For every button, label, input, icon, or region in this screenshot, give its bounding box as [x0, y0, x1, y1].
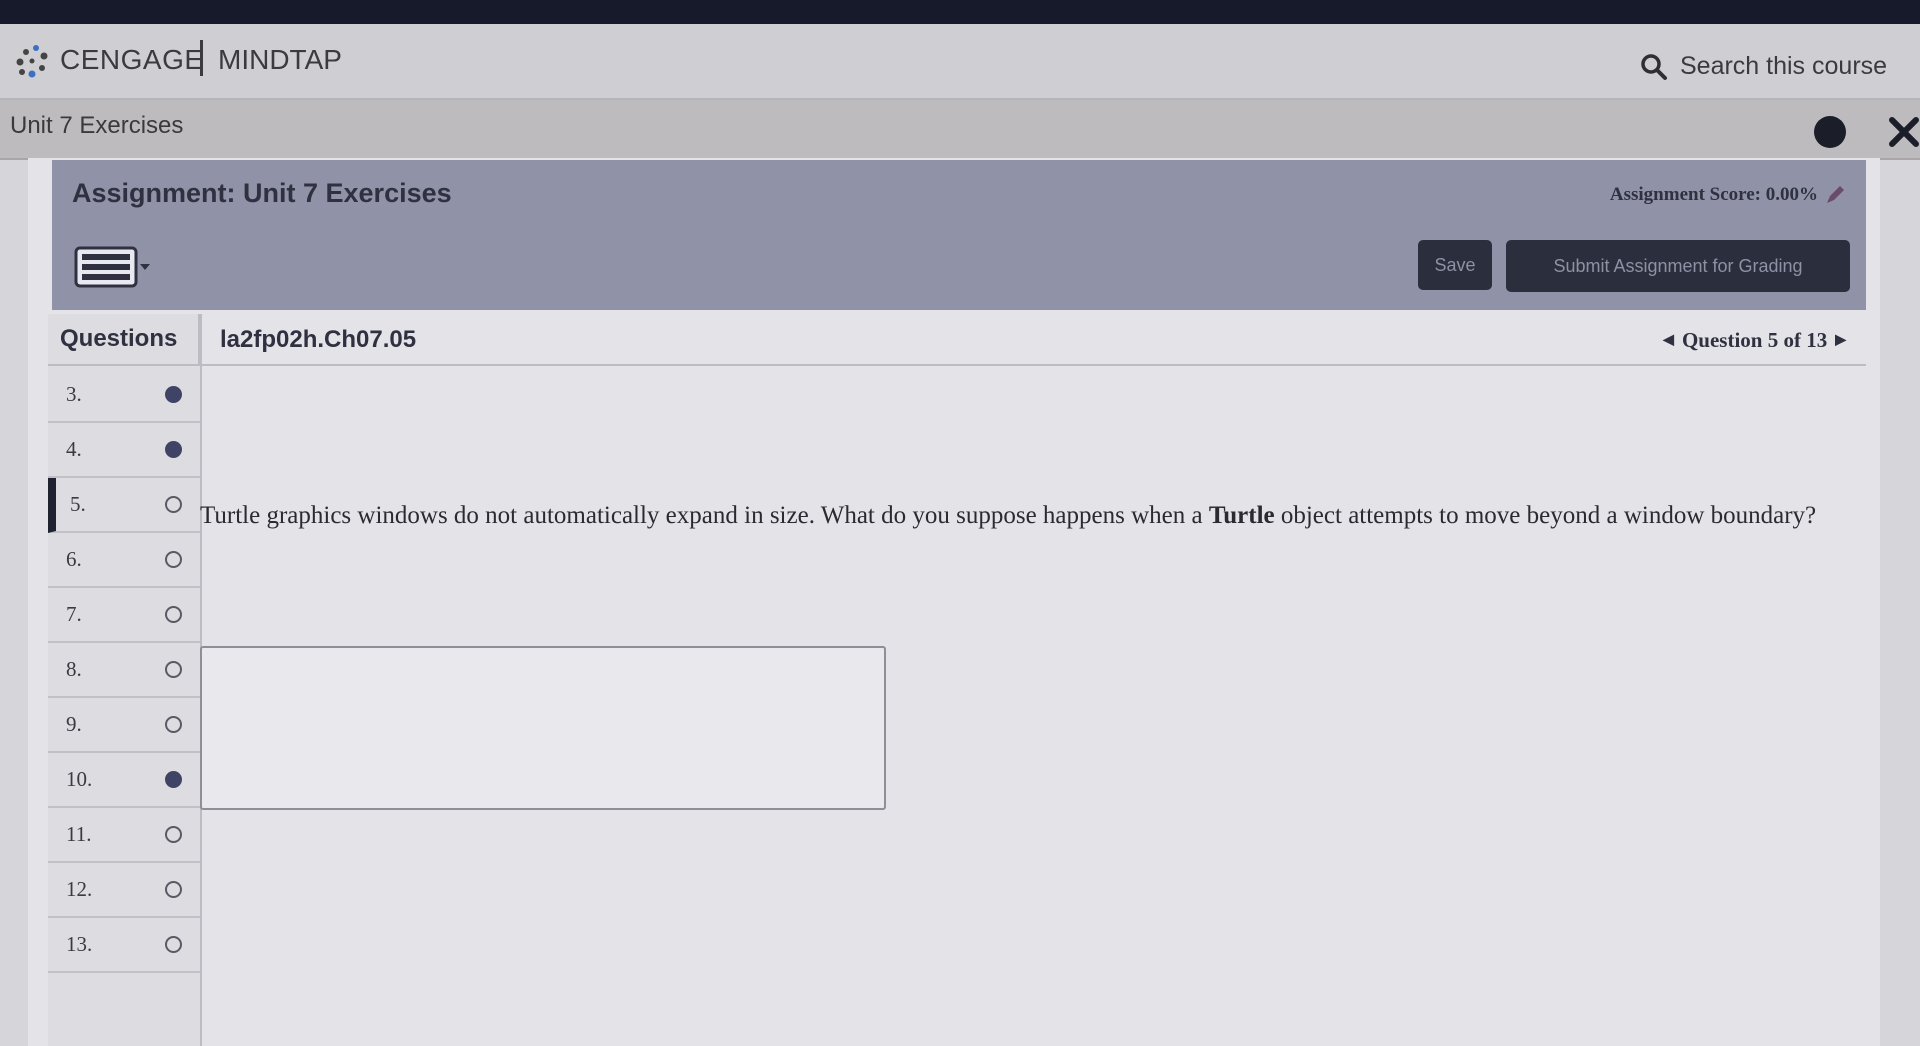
question-position: Question 5 of 13 [1681, 328, 1828, 352]
question-nav-item[interactable]: 9. [48, 698, 200, 753]
question-number: 9. [66, 712, 82, 736]
assignment-header: Assignment: Unit 7 Exercises Assignment … [52, 160, 1866, 310]
chevron-left-icon[interactable]: ◀ [1663, 332, 1674, 349]
question-nav-item[interactable]: 4. [48, 423, 200, 478]
questions-list: 3. 4. 5. 6. 7. 8. 9. 10. 11. 12. 13. [48, 368, 200, 973]
question-text-end: object attempts to move beyond a window … [1274, 502, 1817, 529]
assignment-score: Assignment Score: 0.00% [1610, 184, 1846, 206]
question-number: 12. [66, 877, 93, 901]
brand-header: CENGAGE MINDTAP Search this course [0, 24, 1920, 100]
question-prompt: Turtle graphics windows do not automatic… [200, 499, 1820, 533]
answered-status-icon [165, 386, 182, 403]
question-nav-item[interactable]: 6. [48, 533, 200, 588]
unanswered-status-icon [165, 936, 182, 953]
unanswered-status-icon [165, 496, 182, 513]
question-pager: ◀ Question 5 of 13 ▶ [1663, 328, 1846, 353]
question-text-start: Turtle graphics windows do not automatic… [200, 502, 1209, 529]
question-nav-item[interactable]: 11. [48, 808, 200, 863]
unanswered-status-icon [165, 661, 182, 678]
breadcrumb: Unit 7 Exercises [0, 100, 1920, 160]
questions-header: Questions [48, 314, 200, 366]
assignment-score-label: Assignment Score: 0.00% [1609, 184, 1818, 205]
question-nav-item[interactable]: 8. [48, 643, 200, 698]
cengage-logo-icon [16, 45, 48, 78]
question-number: 4. [66, 437, 82, 461]
edit-pencil-icon[interactable] [1824, 184, 1846, 206]
keyboard-icon[interactable] [74, 240, 154, 290]
question-number: 10. [66, 767, 93, 791]
unanswered-status-icon [165, 606, 182, 623]
close-icon[interactable] [1884, 112, 1920, 152]
brand-product: MINDTAP [218, 44, 342, 75]
question-nav-item[interactable]: 10. [48, 753, 200, 808]
search-course-button[interactable]: Search this course [1640, 52, 1887, 81]
browser-top-strip [0, 0, 1920, 24]
question-number: 7. [66, 602, 82, 626]
submit-assignment-button[interactable]: Submit Assignment for Grading [1506, 240, 1850, 292]
question-number: 6. [66, 547, 82, 571]
question-text-bold: Turtle [1208, 502, 1275, 529]
question-header: la2fp02h.Ch07.05 ◀ Question 5 of 13 ▶ [200, 314, 1866, 366]
breadcrumb-title: Unit 7 Exercises [10, 112, 184, 139]
question-nav-item[interactable]: 12. [48, 863, 200, 918]
question-nav-item[interactable]: 13. [48, 918, 200, 973]
question-number: 11. [66, 822, 92, 846]
assignment-title: Assignment: Unit 7 Exercises [72, 178, 452, 208]
question-number: 13. [66, 932, 93, 956]
unanswered-status-icon [165, 826, 182, 843]
answered-status-icon [165, 441, 182, 458]
unanswered-status-icon [165, 551, 182, 568]
question-number: 3. [66, 382, 82, 406]
search-icon [1641, 53, 1667, 80]
chevron-right-icon[interactable]: ▶ [1835, 332, 1846, 349]
brand-divider [200, 40, 203, 76]
brand-name: CENGAGE [60, 44, 204, 75]
question-nav-item[interactable]: 7. [48, 588, 200, 643]
answer-textarea[interactable] [200, 646, 886, 810]
question-number: 5. [70, 492, 86, 516]
answered-status-icon [165, 771, 182, 788]
question-nav-item[interactable]: 3. [48, 368, 200, 423]
save-button[interactable]: Save [1418, 240, 1492, 290]
activity-dot-button[interactable] [1814, 116, 1846, 148]
question-nav-item[interactable]: 5. [48, 478, 200, 533]
question-code: la2fp02h.Ch07.05 [220, 326, 417, 353]
search-label: Search this course [1680, 52, 1888, 80]
unanswered-status-icon [165, 716, 182, 733]
unanswered-status-icon [165, 881, 182, 898]
question-number: 8. [66, 657, 82, 681]
